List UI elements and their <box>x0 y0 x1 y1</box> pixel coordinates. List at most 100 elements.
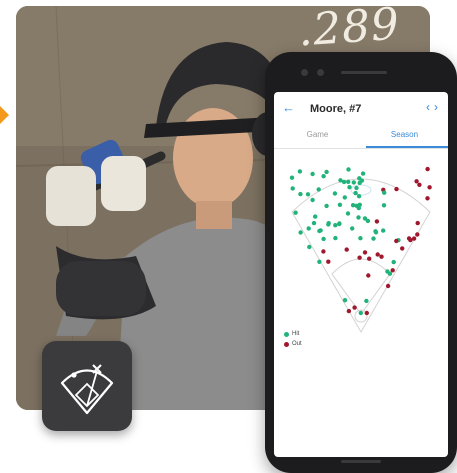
hit-point <box>324 169 329 175</box>
hit-point <box>356 215 361 220</box>
out-point <box>326 259 331 264</box>
spray-chart <box>289 166 432 334</box>
tab-game[interactable]: Game <box>274 130 361 139</box>
hit-point <box>358 236 363 241</box>
hit-point <box>357 176 362 181</box>
hit-point <box>337 221 342 226</box>
hit-point <box>351 180 356 185</box>
hit-point <box>391 259 396 265</box>
hit-point <box>324 203 329 209</box>
player-name: Moore, #7 <box>310 103 362 115</box>
out-point <box>352 305 357 310</box>
hit-point <box>381 228 386 233</box>
out-point <box>357 255 362 260</box>
hit-point <box>345 211 351 216</box>
out-point <box>406 236 412 241</box>
hit-point <box>321 236 326 242</box>
hit-point <box>360 171 366 176</box>
player-navigation: ‹› <box>426 100 442 114</box>
out-point <box>366 273 371 278</box>
out-point <box>379 254 384 259</box>
front-camera <box>301 69 308 76</box>
out-point <box>344 247 349 252</box>
hit-point <box>326 222 331 227</box>
hit-point <box>357 180 362 186</box>
hit-point <box>307 244 312 250</box>
next-player-icon[interactable]: › <box>434 100 442 114</box>
hit-point <box>293 210 298 215</box>
out-point <box>321 249 326 254</box>
hit-point <box>364 298 369 304</box>
hit-point <box>358 310 363 316</box>
earpiece-speaker <box>341 71 387 74</box>
legend-hit: Hit <box>284 329 302 339</box>
out-point <box>385 283 391 289</box>
phone-device: ← Moore, #7 ‹› Game Season Hit Out <box>265 52 457 473</box>
hit-point <box>354 185 359 191</box>
hit-point <box>333 235 338 241</box>
previous-player-icon[interactable]: ‹ <box>426 100 434 114</box>
hit-point <box>290 186 295 191</box>
hit-point <box>357 202 362 207</box>
hit-point <box>382 190 387 195</box>
hit-point <box>313 214 318 219</box>
hit-point <box>356 194 362 199</box>
batting-average-overlay: .289 <box>296 0 402 57</box>
infield-boundary <box>331 258 391 315</box>
out-point <box>417 182 422 187</box>
out-point <box>427 185 432 190</box>
hit-point <box>342 298 348 303</box>
out-point <box>415 232 420 237</box>
out-point <box>394 186 399 192</box>
active-tab-indicator <box>366 146 448 148</box>
out-point <box>367 256 372 261</box>
hit-point <box>333 223 338 228</box>
hit-point <box>381 203 387 208</box>
out-point <box>374 219 380 224</box>
spray-points <box>289 166 432 316</box>
legend-out: Out <box>284 339 302 349</box>
out-point <box>414 179 419 184</box>
hit-point <box>387 271 393 276</box>
home-indicator <box>341 460 381 463</box>
hit-point <box>317 259 322 264</box>
sensor <box>317 69 324 76</box>
hit-point <box>298 191 303 197</box>
out-point <box>364 310 369 316</box>
hit-point <box>321 174 326 179</box>
out-point <box>346 308 352 314</box>
hit-point <box>332 191 338 196</box>
hit-point <box>305 192 311 197</box>
out-point <box>425 166 430 172</box>
out-point <box>411 236 417 241</box>
hit-point <box>342 195 347 200</box>
hit-point <box>311 220 317 226</box>
hit-point <box>316 187 321 192</box>
out-point <box>415 220 420 226</box>
out-point <box>425 196 430 201</box>
hit-point <box>297 169 303 174</box>
hit-point <box>346 167 351 172</box>
back-arrow-icon[interactable]: ← <box>282 100 295 116</box>
tab-season[interactable]: Season <box>361 130 448 139</box>
accent-chevron-icon <box>0 106 9 124</box>
hit-point <box>371 236 376 241</box>
hit-point <box>298 230 303 235</box>
app-badge[interactable] <box>42 341 132 431</box>
chart-legend: Hit Out <box>284 329 302 349</box>
hit-point <box>318 228 323 233</box>
out-point <box>390 268 395 273</box>
hit-point <box>289 175 295 180</box>
out-point <box>375 252 380 257</box>
legend-hit-label: Hit <box>292 331 300 337</box>
app-header: ← Moore, #7 ‹› <box>274 92 448 126</box>
out-point <box>394 238 399 244</box>
legend-out-label: Out <box>292 341 302 347</box>
hit-point <box>346 179 351 184</box>
out-dot-icon <box>284 342 289 347</box>
baseball-field-icon <box>60 364 114 415</box>
hit-point <box>341 179 347 185</box>
hit-dot-icon <box>284 332 289 337</box>
hit-point <box>310 171 315 177</box>
out-point <box>400 246 405 251</box>
